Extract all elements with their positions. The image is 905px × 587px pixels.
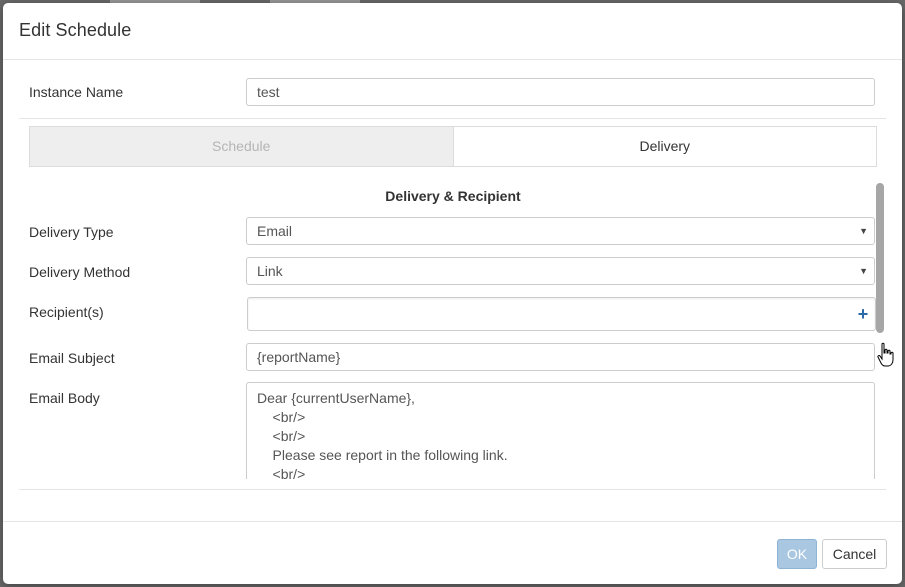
add-recipient-plus-icon[interactable]: +	[855, 304, 871, 324]
recipients-label: Recipient(s)	[29, 304, 104, 320]
cancel-button[interactable]: Cancel	[822, 539, 887, 569]
tab-delivery[interactable]: Delivery	[453, 126, 877, 167]
delivery-scroll-area: Delivery & Recipient Delivery Type Email…	[3, 176, 902, 479]
divider	[19, 489, 886, 490]
delivery-type-select[interactable]: Email ▼	[246, 217, 875, 245]
dialog-body: Instance Name Schedule Delivery Delivery…	[3, 60, 902, 521]
divider	[19, 118, 886, 119]
tab-schedule[interactable]: Schedule	[29, 126, 454, 167]
delivery-method-label: Delivery Method	[29, 264, 131, 280]
email-subject-label: Email Subject	[29, 350, 115, 366]
dialog-footer: OK Cancel	[3, 521, 902, 584]
delivery-type-label: Delivery Type	[29, 224, 114, 240]
ok-button[interactable]: OK	[777, 539, 817, 569]
instance-name-label: Instance Name	[29, 84, 124, 100]
email-subject-input[interactable]	[246, 343, 875, 371]
delivery-method-value: Link	[257, 263, 283, 279]
tab-bar: Schedule Delivery	[29, 126, 877, 167]
section-heading: Delivery & Recipient	[385, 188, 521, 204]
edit-schedule-dialog: Edit Schedule Instance Name Schedule Del…	[3, 3, 902, 584]
delivery-method-select[interactable]: Link ▼	[246, 257, 875, 285]
instance-name-input[interactable]	[246, 78, 875, 106]
recipients-input[interactable]: +	[247, 297, 876, 331]
hand-pointer-icon	[877, 342, 894, 367]
dialog-title: Edit Schedule	[19, 20, 132, 40]
dialog-header: Edit Schedule	[3, 3, 902, 60]
caret-down-icon: ▼	[859, 226, 868, 236]
email-body-textarea[interactable]: Dear {currentUserName}, <br/> <br/> Plea…	[246, 382, 875, 479]
caret-down-icon: ▼	[859, 266, 868, 276]
email-body-label: Email Body	[29, 390, 100, 406]
scrollbar-thumb[interactable]	[876, 183, 884, 333]
delivery-type-value: Email	[257, 223, 293, 239]
